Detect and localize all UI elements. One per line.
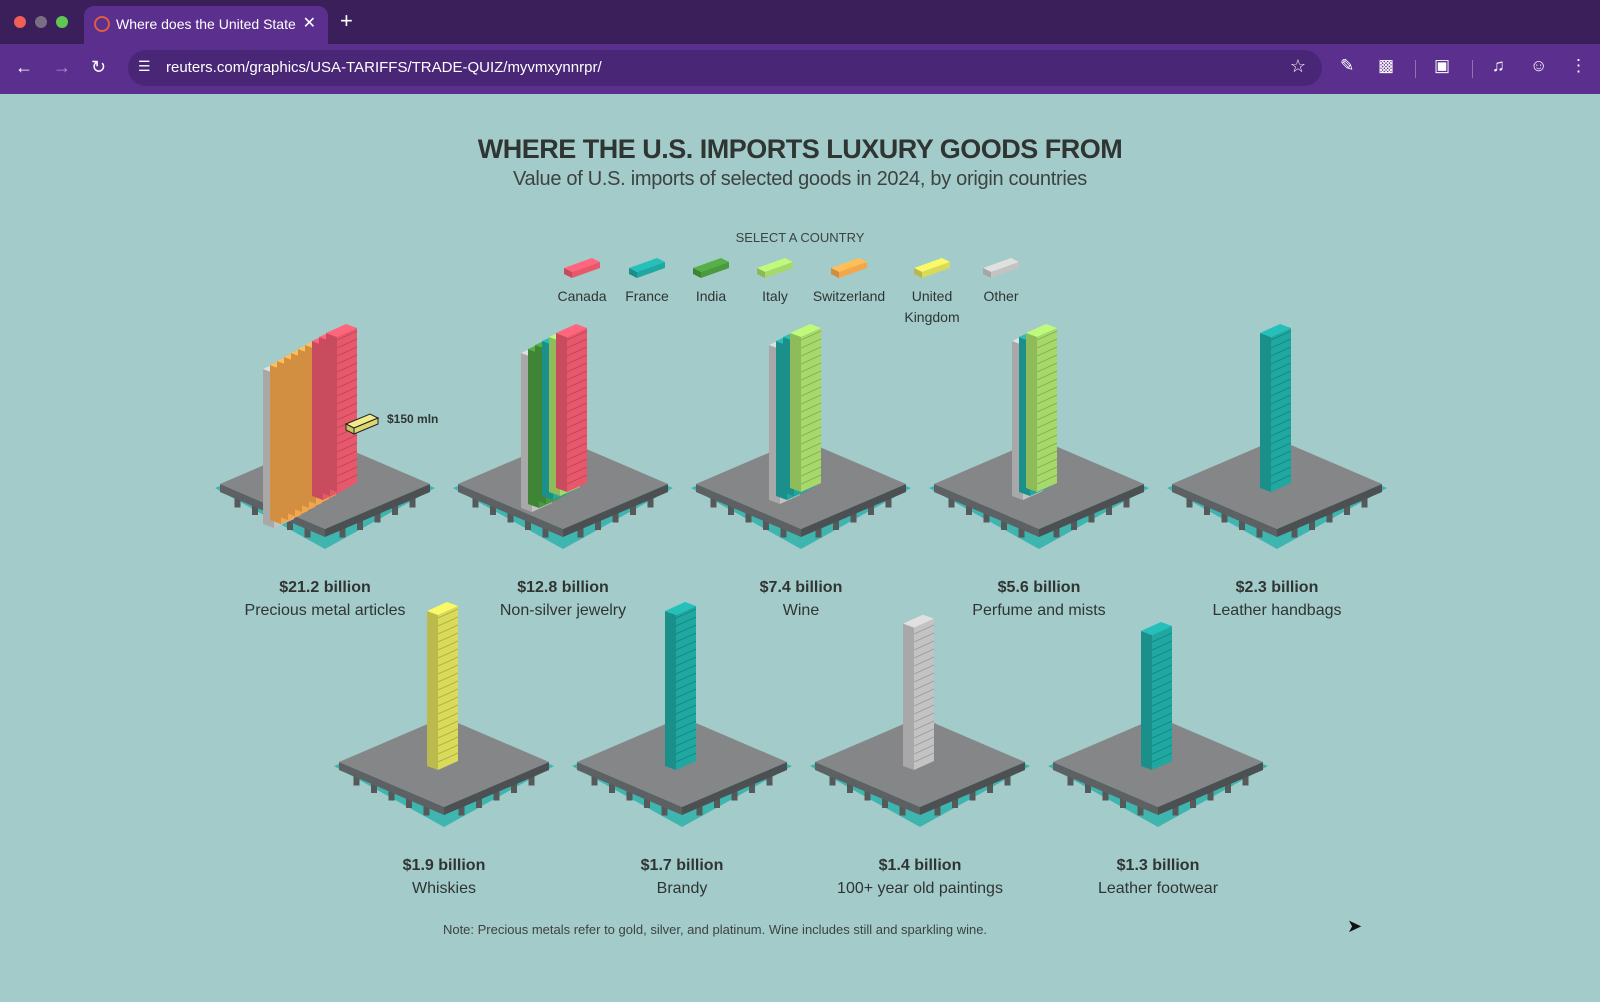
value-label: $1.9 billion [402, 857, 486, 874]
bar-column[interactable] [326, 324, 358, 492]
toolbar-divider [1472, 60, 1473, 78]
menu-kebab-icon[interactable]: ⋮ [1570, 56, 1587, 76]
minimize-window-button[interactable] [35, 16, 47, 28]
value-label: $2.3 billion [1235, 579, 1319, 596]
bookmark-star-icon[interactable]: ☆ [1290, 56, 1306, 77]
tab-title: Where does the United States import [116, 16, 296, 32]
tab-close-icon[interactable]: ✕ [303, 13, 316, 33]
chart-group-1[interactable] [453, 324, 673, 549]
value-label: $5.6 billion [997, 579, 1081, 596]
category-label: Leather handbags [1212, 602, 1342, 619]
value-label: $21.2 billion [279, 579, 371, 596]
bar-column[interactable] [1026, 324, 1058, 492]
address-bar[interactable]: ☰ reuters.com/graphics/USA-TARIFFS/TRADE… [128, 50, 1322, 86]
block-tooltip: $150 mln [344, 412, 438, 435]
bar-column[interactable] [427, 602, 459, 770]
browser-titlebar: Where does the United States import ✕ + [0, 0, 1600, 44]
site-settings-icon[interactable]: ☰ [138, 58, 151, 75]
forward-arrow-icon[interactable]: → [53, 57, 71, 78]
chart-group-0[interactable] [215, 324, 435, 549]
bar-column[interactable] [790, 324, 822, 492]
category-label: 100+ year old paintings [837, 880, 1003, 897]
maximize-window-button[interactable] [56, 16, 68, 28]
chart-group-4[interactable] [1167, 324, 1387, 549]
chart-group-3[interactable] [929, 324, 1149, 549]
chart-group-8[interactable] [1048, 621, 1268, 827]
extensions-icon[interactable]: ▩ [1378, 56, 1394, 76]
category-label: Non-silver jewelry [499, 602, 627, 619]
reuters-favicon-icon [94, 16, 110, 32]
category-label: Leather footwear [1097, 880, 1219, 897]
new-tab-button[interactable]: + [340, 8, 353, 34]
value-label: $1.3 billion [1116, 857, 1200, 874]
value-label: $7.4 billion [759, 579, 843, 596]
isometric-bar-chart: $150 mln [215, 324, 1387, 827]
chart-group-5[interactable] [334, 602, 554, 827]
reload-icon[interactable]: ↻ [91, 57, 106, 78]
footnote: Note: Precious metals refer to gold, sil… [442, 922, 988, 937]
url-text[interactable]: reuters.com/graphics/USA-TARIFFS/TRADE-Q… [166, 59, 602, 76]
category-label: Whiskies [411, 880, 476, 897]
category-label: Precious metal articles [244, 602, 406, 619]
browser-toolbar: ← → ↻ ☰ reuters.com/graphics/USA-TARIFFS… [0, 44, 1600, 94]
close-window-button[interactable] [14, 16, 26, 28]
chart-group-2[interactable] [691, 324, 911, 549]
bar-column[interactable] [665, 602, 697, 770]
bar-column[interactable] [1260, 324, 1292, 492]
chart-group-7[interactable] [810, 614, 1030, 827]
mouse-cursor-icon: ➤ [1347, 916, 1363, 936]
tooltip-label: $150 mln [387, 412, 438, 426]
category-label: Perfume and mists [972, 602, 1106, 619]
back-arrow-icon[interactable]: ← [15, 57, 33, 78]
chart-group-6[interactable] [572, 602, 792, 827]
value-label: $12.8 billion [517, 579, 609, 596]
page-content: WHERE THE U.S. IMPORTS LUXURY GOODS FROM… [0, 94, 1600, 1002]
cast-icon[interactable]: ▣ [1434, 56, 1450, 76]
category-label: Wine [782, 602, 820, 619]
profile-icon[interactable]: ☺ [1530, 56, 1547, 76]
bar-column[interactable] [556, 324, 588, 492]
eyedropper-icon[interactable]: ✎ [1340, 56, 1354, 76]
bar-column[interactable] [1141, 621, 1173, 770]
value-label: $1.7 billion [640, 857, 724, 874]
category-label: Brandy [656, 880, 708, 897]
value-label: $1.4 billion [878, 857, 962, 874]
browser-tab[interactable]: Where does the United States import ✕ [84, 6, 328, 44]
toolbar-divider [1415, 60, 1416, 78]
bar-column[interactable] [903, 614, 935, 770]
media-control-icon[interactable]: ♫ [1492, 56, 1505, 76]
